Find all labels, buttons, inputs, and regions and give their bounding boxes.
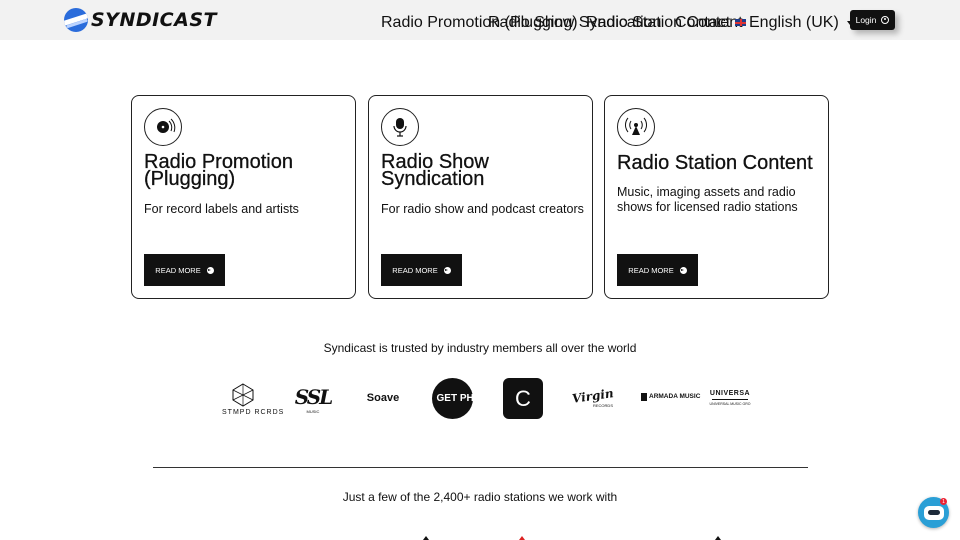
login-label: Login [855,15,877,25]
read-more-label: READ MORE [155,265,201,275]
card-description: Music, imaging assets and radio shows fo… [617,185,798,214]
trusted-heading: Syndicast is trusted by industry members… [323,341,637,355]
getphysical-text: GET PH/SI CAL [436,392,510,404]
language-selector[interactable]: English (UK) [735,14,853,32]
read-more-button[interactable]: READ MORE [617,254,698,286]
read-more-button[interactable]: READ MORE [381,254,462,286]
read-more-label: READ MORE [392,265,438,275]
read-more-button[interactable]: READ MORE [144,254,225,286]
universal-music-logo: UNIVERSA UNIVERSAL MUSIC GRO [708,385,752,411]
universal-subtext: UNIVERSAL MUSIC GRO [709,402,751,406]
broadcast-tower-icon [617,108,655,146]
c-logo: C [503,378,543,419]
c-text: C [515,385,531,411]
armada-text: ARMADA MUSIC [649,393,701,400]
card-radio-promotion: Radio Promotion (Plugging) For record la… [131,95,356,299]
card-title: Radio Show Syndication [381,151,489,190]
soave-text: Soave [366,392,400,404]
soave-logo: Soave [360,389,406,407]
microphone-icon [381,108,419,146]
partner-logos: STMPD RCRDS SSL MUSIC Soave GET PH/SI CA… [0,375,960,425]
notification-badge: 1 [940,498,947,505]
user-icon [881,16,890,24]
site-header: SYNDICAST Radio Promotion (Plugging) Rad… [0,0,960,40]
armada-music-logo: ARMADA MUSIC [640,390,701,404]
station-logo-partial [519,536,525,540]
syndicast-logo[interactable]: SYNDICAST [64,8,217,32]
card-radio-station-content: Radio Station Content Music, imaging ass… [604,95,829,299]
logo-text: SYNDICAST [91,9,217,31]
virgin-subtext: RECORDS [592,402,613,408]
nav-contact[interactable]: Contact [675,14,745,32]
logo-mark-icon [64,8,88,32]
arrow-right-icon [443,266,451,274]
card-radio-show-syndication: Radio Show Syndication For radio show an… [368,95,593,299]
nav-contact-label: Contact [675,14,731,31]
universal-text: UNIVERSA [709,390,751,397]
universal-rule [712,399,748,400]
station-logo-partial [423,536,429,540]
ssl-logo: SSL MUSIC [291,379,335,419]
card-description: For record labels and artists [144,202,299,216]
arrow-right-icon [679,266,687,274]
card-title: Radio Promotion (Plugging) [144,151,293,190]
read-more-label: READ MORE [628,265,674,275]
arrow-right-icon [206,266,214,274]
section-divider [153,467,808,468]
uk-flag-icon [735,19,746,27]
stmpd-text: STMPD RCRDS [222,408,285,416]
language-label: English (UK) [749,14,839,31]
ssl-subtext: MUSIC [306,408,320,414]
card-description: For radio show and podcast creators [381,202,584,216]
station-logo-partial [715,536,721,540]
login-button[interactable]: Login [850,10,895,30]
robot-icon [923,505,944,520]
stmpd-logo: STMPD RCRDS [222,377,285,421]
stations-heading: Just a few of the 2,400+ radio stations … [342,490,618,504]
armada-square-icon [641,393,647,401]
card-title: Radio Station Content [617,152,813,174]
getphysical-logo: GET PH/SI CAL [432,378,510,419]
vinyl-record-icon [144,108,182,146]
virgin-records-logo: Virgin RECORDS [570,383,616,413]
ssl-text: SSL [294,384,333,409]
